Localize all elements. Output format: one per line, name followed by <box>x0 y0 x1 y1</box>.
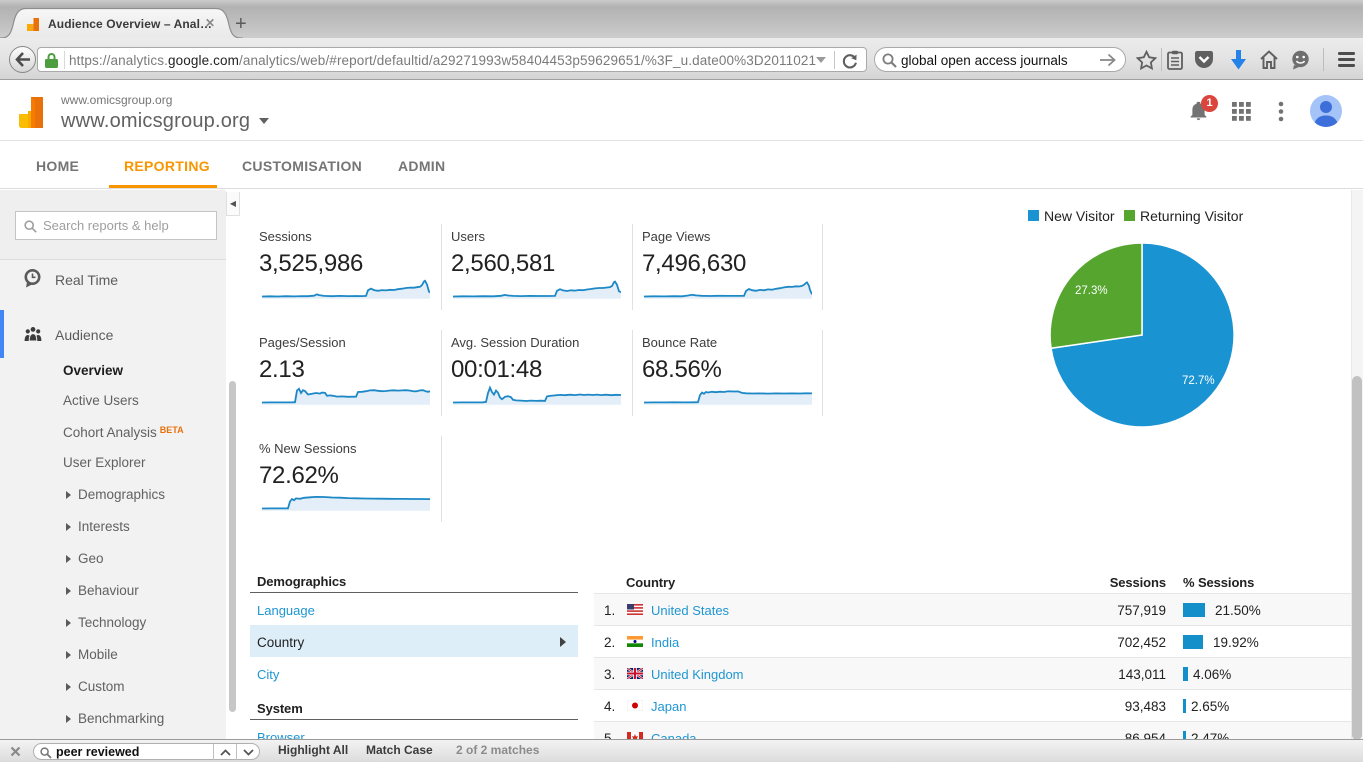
svg-text:27.3%: 27.3% <box>1075 285 1108 297</box>
svg-text:72.7%: 72.7% <box>1182 375 1215 387</box>
